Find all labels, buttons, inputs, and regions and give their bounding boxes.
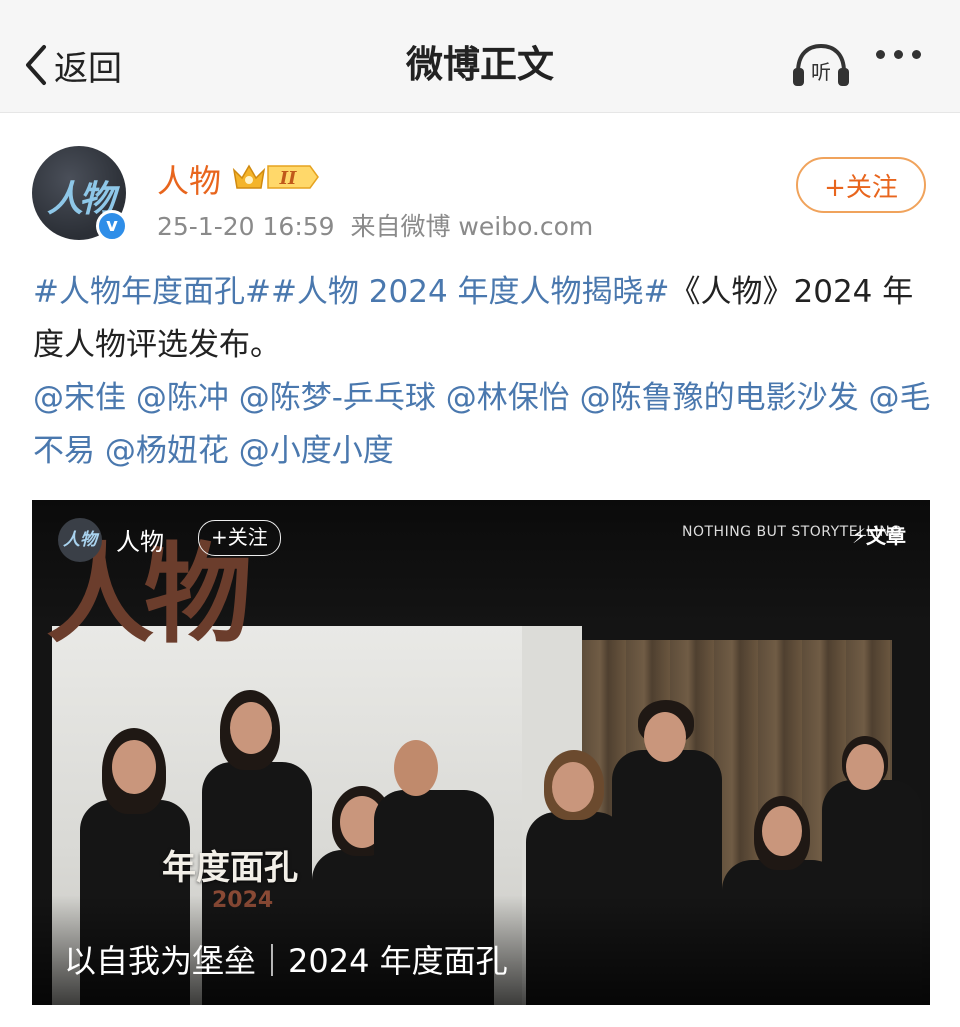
mention-link[interactable]: @陈梦-乒乓球 [239,380,436,416]
article-caption[interactable]: 以自我为堡垒｜2024 年度面孔 [64,936,508,982]
post-time: 25-1-20 16:59 [157,212,335,241]
dot-icon [876,50,885,59]
follow-button[interactable]: +关注 [796,157,926,213]
post-meta: 25-1-20 16:59 来自微博 weibo.com [157,207,593,243]
hashtag-link[interactable]: #人物年度面孔# [33,274,271,310]
media-account-avatar[interactable]: 人物 [58,518,102,562]
media-follow-button[interactable]: +关注 [198,520,281,556]
post-body: #人物年度面孔##人物 2024 年度人物揭晓#《人物》2024 年度人物评选发… [33,266,933,478]
listen-label: 听 [811,60,831,84]
listen-button[interactable]: 听 [790,42,852,92]
annual-face-label: 年度面孔 [162,848,298,888]
more-options-button[interactable] [876,50,921,59]
mention-link[interactable]: @宋佳 [33,380,126,416]
article-badge: ⚡文章 [852,524,907,548]
member-crown-badge-icon[interactable]: II [232,160,322,198]
dot-icon [912,50,921,59]
author-name[interactable]: 人物 [157,156,221,202]
media-account-name[interactable]: 人物 [116,522,164,557]
mention-link[interactable]: @陈冲 [136,380,229,416]
hashtag-link[interactable]: #人物 2024 年度人物揭晓# [271,274,670,310]
mention-link[interactable]: @杨妞花 [105,433,229,469]
mention-link[interactable]: @林保怡 [446,380,570,416]
mention-link[interactable]: @小度小度 [239,433,394,469]
article-media-card[interactable]: 人物 年度面孔 2024 人物 人物 +关注 NOTHING BUT STORY… [32,500,930,1005]
verified-badge-icon: v [96,210,128,242]
mention-link[interactable]: @陈鲁豫的电影沙发 [580,380,859,416]
top-nav-bar: 返回 微博正文 听 [0,0,960,113]
post-source: 来自微博 weibo.com [350,212,594,241]
svg-text:II: II [279,168,297,189]
headphones-icon: 听 [793,43,849,86]
dot-icon [894,50,903,59]
